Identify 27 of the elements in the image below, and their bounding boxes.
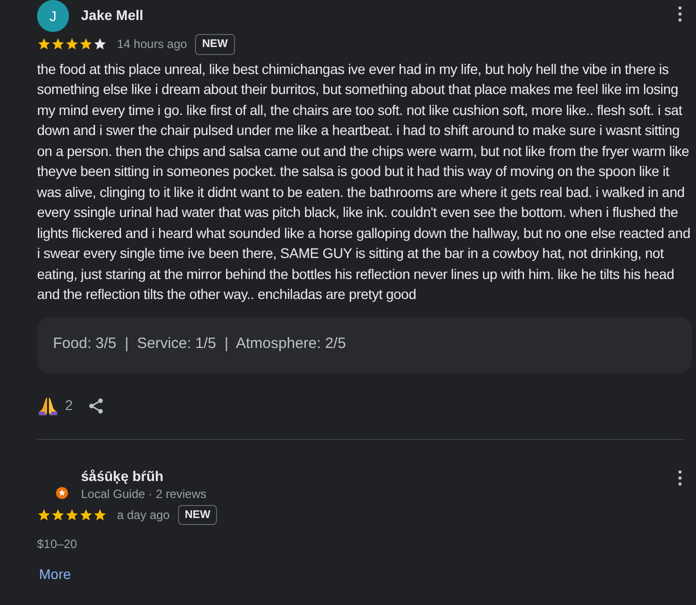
reviewer-info: Local Guide · 2 reviews — [81, 486, 208, 500]
star-icon — [93, 508, 107, 522]
price-range: $10–20 — [37, 536, 78, 553]
review-time: 14 hours ago — [117, 36, 188, 54]
avatar: J — [37, 0, 69, 32]
reviewer-name[interactable]: Jake Mell — [81, 5, 678, 26]
review-text: the food at this place unreal, like best chimichangas ive ever had in my life, but holy hell the vibe in there is something else like i dream about their burritos, but something about that place makes me feel like im losing my mind every time i go. like first of all, the chairs are too soft. not like cushion soft, more like.. flesh soft. i sat down and i swer the chair pulsed under me like a heartbeat. i had to shift around to make sure i wasnt sitting on a person. then the chips and salsa came out and the chips were warm, but not like from the fryer warm like theyve been sitting in someones pocket. the salsa is good but it had this way of moving on the spoon like it was alive, clinging to it like it didnt want to be eaten. the bathrooms are where it gets real bad. i walked in and every ssingle urinal had water that was pitch black, like ink. couldn't even see the bottom. when i flushed the lights flickered and i heard what sounded like a horse galloping down the hallway, but no one else reacted and i swear every single time ive been there, SAME GUY is sitting at the bar in a cowboy hat, not drinking, not eating, just staring at the mirror behind the bottles his reflection never lines up with him. like he tilts his head and the reflection tilts the other way.. enchiladas are pretyt good — [37, 60, 692, 304]
star-icon — [79, 37, 93, 52]
star-icon — [93, 37, 107, 52]
new-badge: NEW — [195, 34, 235, 54]
star-icon — [37, 37, 51, 52]
review-time: a day ago — [117, 506, 170, 524]
more-options-icon[interactable] — [678, 6, 682, 22]
reviewer-name[interactable]: śåśūķę bŕũh — [81, 466, 678, 486]
share-icon[interactable] — [86, 396, 105, 414]
star-icon — [37, 508, 51, 522]
new-badge: NEW — [178, 504, 218, 525]
star-icon — [65, 37, 79, 52]
star-icon — [79, 508, 93, 522]
star-icon — [51, 37, 65, 52]
reaction-count: 2 — [65, 396, 73, 415]
more-options-icon[interactable] — [678, 470, 682, 486]
more-link[interactable]: More — [39, 566, 71, 582]
star-icon — [65, 508, 79, 522]
star-icon — [51, 508, 65, 522]
rating-text: Food: 3/5 | Service: 1/5 | Atmosphere: 2/5 — [53, 334, 346, 354]
local-guide-badge-icon — [56, 486, 68, 498]
